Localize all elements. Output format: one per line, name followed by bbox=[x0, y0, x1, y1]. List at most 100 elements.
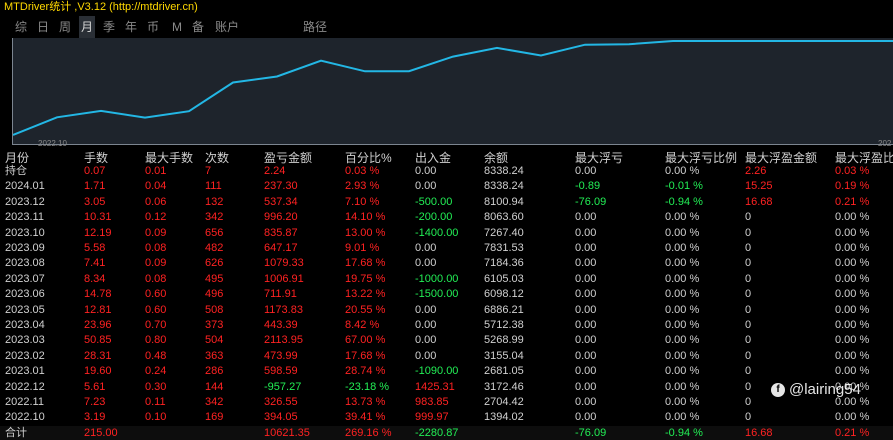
table-cell: -0.94 % bbox=[665, 195, 703, 208]
tab-month[interactable]: 月 bbox=[79, 16, 96, 38]
table-cell: 0.00 bbox=[575, 334, 597, 347]
watermark: f @lairing54 bbox=[771, 380, 861, 400]
tab-summary[interactable]: 综 bbox=[15, 16, 27, 38]
tab-quarter[interactable]: 季 bbox=[103, 16, 115, 38]
table-cell: 0.03 % bbox=[835, 165, 870, 177]
table-cell: 2023.01 bbox=[5, 365, 45, 378]
table-cell: 2022.10 bbox=[5, 411, 45, 424]
table-cell: 0.80 bbox=[145, 334, 167, 347]
table-row[interactable]: 2023.04 23.96 0.70 373 443.39 8.42 % 0.00 5712.… bbox=[0, 318, 893, 332]
table-row[interactable]: 2022.12 5.61 0.30 144 -957.27 -23.18 % 1425.31… bbox=[0, 380, 893, 394]
tab-magic[interactable]: M bbox=[172, 16, 182, 38]
table-cell: 0.00 bbox=[575, 272, 597, 285]
column-header[interactable]: 月份 bbox=[5, 151, 29, 165]
table-row[interactable]: 2023.08 7.41 0.09 626 1079.33 17.68 % 0.00 7184… bbox=[0, 256, 893, 270]
column-header[interactable]: 百分比% bbox=[345, 151, 392, 165]
column-header[interactable]: 最大浮亏比例 bbox=[665, 151, 737, 165]
table-cell: -76.09 bbox=[575, 195, 607, 208]
column-header[interactable]: 手数 bbox=[84, 151, 108, 165]
table-cell: 598.59 bbox=[264, 365, 298, 378]
table-cell: 0 bbox=[745, 226, 752, 239]
table-cell: 0.00 % bbox=[665, 165, 700, 177]
table-row[interactable]: 持仓 0.07 0.01 7 2.24 0.03 % 0.00 8338.24 0.00 0.00… bbox=[0, 164, 893, 178]
column-header[interactable]: 出入金 bbox=[415, 151, 451, 165]
tab-path[interactable]: 路径 bbox=[303, 16, 327, 38]
table-row[interactable]: 2024.01 1.71 0.04 111 237.30 2.93 % 0.00 8338.2… bbox=[0, 179, 893, 193]
tab-remark[interactable]: 备 bbox=[192, 16, 204, 38]
table-cell: 28.74 % bbox=[345, 365, 386, 378]
table-cell: 0.00 % bbox=[835, 411, 870, 424]
tab-day[interactable]: 日 bbox=[37, 16, 49, 38]
table-cell: 0 bbox=[745, 334, 752, 347]
tab-account[interactable]: 账户 bbox=[215, 16, 239, 38]
table-row[interactable]: 2023.09 5.58 0.08 482 647.17 9.01 % 0.00 7831.5… bbox=[0, 241, 893, 255]
table-cell: 8338.24 bbox=[484, 165, 524, 177]
table-row[interactable]: 2023.10 12.19 0.09 656 835.87 13.00 % -1400.00… bbox=[0, 226, 893, 240]
table-cell: 3.05 bbox=[84, 195, 106, 208]
table-cell: 0.00 bbox=[575, 396, 597, 408]
total-cell: 10621.35 bbox=[264, 426, 310, 439]
table-cell: 144 bbox=[205, 380, 224, 393]
column-header[interactable]: 最大浮亏 bbox=[575, 151, 623, 165]
table-cell: 1.71 bbox=[84, 180, 106, 193]
table-cell: 132 bbox=[205, 195, 224, 208]
x-tick-label: 2022.10 bbox=[38, 139, 67, 148]
tab-symbol[interactable]: 币 bbox=[147, 16, 159, 38]
app-title: MTDriver统计 ,V3.12 (http://mtdriver.cn) bbox=[4, 1, 198, 13]
table-row[interactable]: 2022.10 3.19 0.10 169 394.05 39.41 % 999.97 139… bbox=[0, 410, 893, 424]
table-cell: 0.11 bbox=[145, 396, 166, 408]
table-row[interactable]: 2022.11 7.23 0.11 342 326.55 13.73 % 983.85 270… bbox=[0, 395, 893, 409]
table-header-row: 月份 手数 最大手数 次数 盈亏金额 百分比% 出入金 余额 最大浮亏 最大浮亏比例 最大浮盈金额 最… bbox=[0, 151, 893, 165]
table-row[interactable]: 2023.06 14.78 0.60 496 711.91 13.22 % -1500.00… bbox=[0, 287, 893, 301]
balance-line bbox=[13, 40, 893, 136]
table-cell: 0.00 bbox=[575, 226, 597, 239]
column-header[interactable]: 最大手数 bbox=[145, 151, 193, 165]
table-row[interactable]: 2023.12 3.05 0.06 132 537.34 7.10 % -500.00 810… bbox=[0, 195, 893, 209]
table-cell: 482 bbox=[205, 242, 224, 254]
table-cell: 394.05 bbox=[264, 411, 298, 424]
column-header[interactable]: 次数 bbox=[205, 151, 229, 165]
table-cell: 2022.11 bbox=[5, 396, 44, 408]
table-cell: 0.01 bbox=[145, 165, 167, 177]
table-cell: -0.89 bbox=[575, 180, 601, 193]
table-cell: -0.01 % bbox=[665, 180, 703, 193]
table-cell: 1394.02 bbox=[484, 411, 524, 424]
table-cell: 0.00 bbox=[415, 334, 437, 347]
tab-week[interactable]: 周 bbox=[59, 16, 71, 38]
column-header[interactable]: 最大浮盈比 bbox=[835, 151, 893, 165]
table-cell: 0.00 % bbox=[835, 272, 870, 285]
table-cell: 0 bbox=[745, 380, 752, 393]
table-row[interactable]: 2023.05 12.81 0.60 508 1173.83 20.55 % 0.00 688… bbox=[0, 303, 893, 317]
table-cell: 0.00 bbox=[575, 165, 597, 177]
table-row[interactable]: 2023.11 10.31 0.12 342 996.20 14.10 % -200.00 8… bbox=[0, 210, 893, 224]
table-cell: 0.00 % bbox=[665, 334, 700, 347]
column-header[interactable]: 盈亏金额 bbox=[264, 151, 312, 165]
table-cell: 835.87 bbox=[264, 226, 298, 239]
table-cell: 2023.05 bbox=[5, 303, 45, 316]
table-cell: 0.06 bbox=[145, 195, 167, 208]
table-cell: 0.19 % bbox=[835, 180, 870, 193]
table-cell: 342 bbox=[205, 211, 224, 224]
table-cell: 2023.09 bbox=[5, 242, 45, 254]
table-cell: 0 bbox=[745, 211, 752, 224]
table-cell: 999.97 bbox=[415, 411, 449, 424]
tab-year[interactable]: 年 bbox=[125, 16, 137, 38]
table-cell: 2023.04 bbox=[5, 319, 45, 331]
table-cell: 0.24 bbox=[145, 365, 167, 378]
table-cell: 0.00 % bbox=[665, 396, 700, 408]
table-cell: 10.31 bbox=[84, 211, 112, 224]
table-cell: 7184.36 bbox=[484, 257, 524, 270]
column-header[interactable]: 最大浮盈金额 bbox=[745, 151, 817, 165]
balance-chart bbox=[12, 38, 893, 145]
table-cell: 1425.31 bbox=[415, 380, 455, 393]
table-cell: 0.00 bbox=[415, 319, 437, 331]
column-header[interactable]: 余额 bbox=[484, 151, 508, 165]
table-cell: 12.19 bbox=[84, 226, 112, 239]
table-row[interactable]: 2023.03 50.85 0.80 504 2113.95 67.00 % 0.00 526… bbox=[0, 333, 893, 347]
table-cell: 537.34 bbox=[264, 195, 298, 208]
table-cell: 2113.95 bbox=[264, 334, 303, 347]
table-cell: 443.39 bbox=[264, 319, 298, 331]
table-row[interactable]: 2023.02 28.31 0.48 363 473.99 17.68 % 0.00 3155… bbox=[0, 349, 893, 363]
table-row[interactable]: 2023.01 19.60 0.24 286 598.59 28.74 % -1090.00… bbox=[0, 364, 893, 378]
table-row[interactable]: 2023.07 8.34 0.08 495 1006.91 19.75 % -1000.00… bbox=[0, 272, 893, 286]
